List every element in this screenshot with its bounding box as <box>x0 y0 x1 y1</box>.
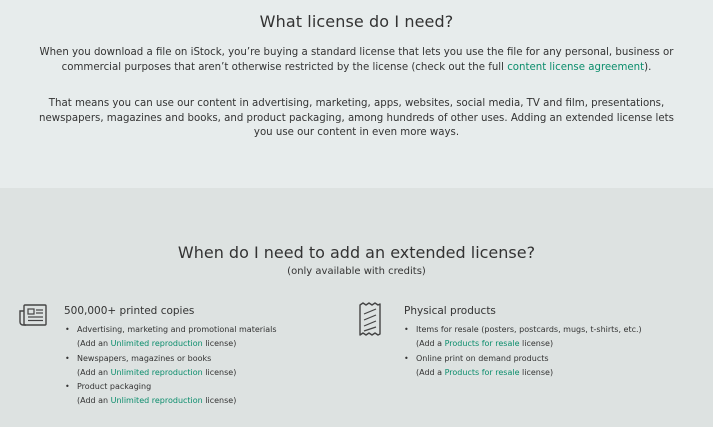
list-item: Product packaging (Add an Unlimited repr… <box>65 380 335 409</box>
list-item: Newspapers, magazines or books (Add an U… <box>65 352 335 381</box>
usage-paragraph: That means you can use our content in ad… <box>39 98 674 138</box>
newspaper-icon <box>18 303 48 327</box>
list-item: Items for resale (posters, postcards, mu… <box>404 323 694 352</box>
unlimited-reproduction-link[interactable]: Unlimited reproduction <box>111 368 203 377</box>
extended-license-subtitle: (only available with credits) <box>287 266 426 277</box>
physical-products-list: Items for resale (posters, postcards, mu… <box>404 323 694 380</box>
extended-license-title: When do I need to add an extended licens… <box>177 243 536 262</box>
list-item: Online print on demand products (Add a P… <box>404 352 694 381</box>
license-intro-section: What license do I need? When you downloa… <box>0 0 713 188</box>
intro-text-end: ). <box>644 61 652 73</box>
unlimited-reproduction-link[interactable]: Unlimited reproduction <box>111 396 203 405</box>
receipt-icon <box>358 302 382 336</box>
printed-copies-list: Advertising, marketing and promotional m… <box>65 323 335 409</box>
intro-paragraph: When you download a file on iStock, you’… <box>32 46 681 75</box>
content-license-agreement-link[interactable]: content license agreement <box>507 62 644 73</box>
list-item: Advertising, marketing and promotional m… <box>65 323 335 352</box>
products-for-resale-link[interactable]: Products for resale <box>445 339 520 348</box>
section-title: What license do I need? <box>259 12 454 31</box>
products-for-resale-link[interactable]: Products for resale <box>445 368 520 377</box>
unlimited-reproduction-link[interactable]: Unlimited reproduction <box>111 339 203 348</box>
physical-products-heading: Physical products <box>404 305 496 317</box>
printed-copies-heading: 500,000+ printed copies <box>64 305 195 317</box>
